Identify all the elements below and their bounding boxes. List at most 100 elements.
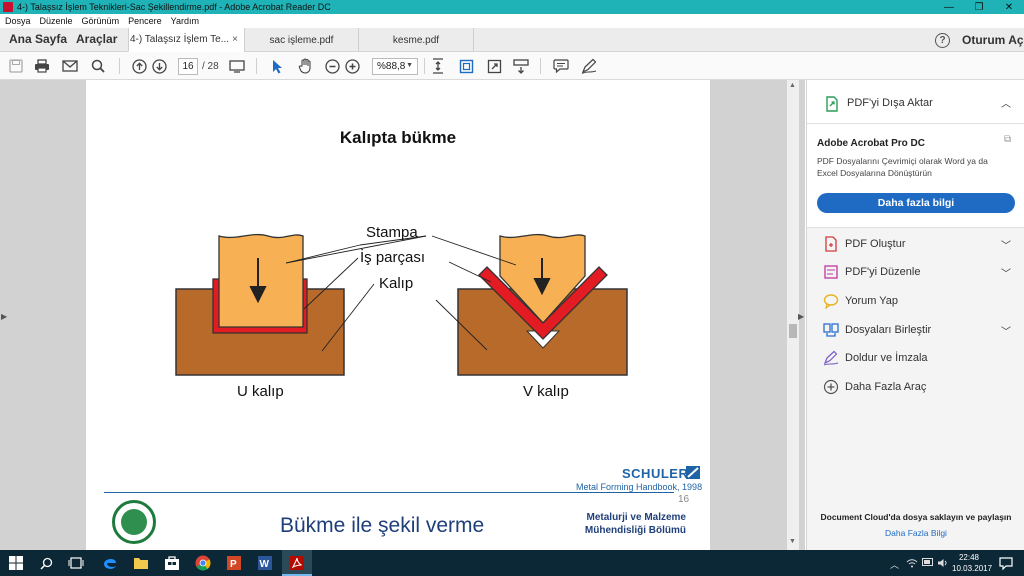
system-clock[interactable]: 22:48 10.03.2017 xyxy=(952,552,992,574)
learn-more-button[interactable]: Daha fazla bilgi xyxy=(817,193,1015,213)
zoom-select[interactable]: %88,8 ▼ xyxy=(372,58,418,75)
tools-panel: PDF'yi Dışa Aktar ︿ Adobe Acrobat Pro DC… xyxy=(806,80,1024,550)
menu-yardim[interactable]: Yardım xyxy=(171,16,199,26)
slide-heading: Kalıpta bükme xyxy=(339,128,457,147)
search-icon[interactable] xyxy=(89,57,107,75)
tool-label: Dosyaları Birleştir xyxy=(845,324,932,336)
task-view-icon[interactable] xyxy=(66,553,86,573)
scroll-mode-icon[interactable] xyxy=(512,57,530,75)
tool-fill-sign[interactable]: Doldur ve İmzala xyxy=(807,344,1024,372)
scrollbar-thumb[interactable] xyxy=(789,324,797,338)
word-icon[interactable]: W xyxy=(255,553,275,573)
tool-label: Doldur ve İmzala xyxy=(845,352,928,364)
tool-create-pdf[interactable]: PDF Oluştur ﹀ xyxy=(807,230,1024,258)
search-icon[interactable] xyxy=(36,553,56,573)
home-tab[interactable]: Ana Sayfa xyxy=(9,32,67,46)
volume-icon[interactable] xyxy=(937,558,949,570)
document-area[interactable]: ▶ Kalıpta bükme Stampa İş parçası Kalıp … xyxy=(0,80,805,550)
document-cloud-link[interactable]: Daha Fazla Bilgi xyxy=(807,528,1024,538)
tool-more-tools[interactable]: Daha Fazla Araç xyxy=(807,373,1024,401)
store-icon[interactable] xyxy=(162,553,182,573)
fullscreen-icon[interactable] xyxy=(485,57,503,75)
menu-bar: Dosya Düzenle Görünüm Pencere Yardım xyxy=(0,14,1024,28)
email-icon[interactable] xyxy=(61,57,79,75)
chevron-up-icon[interactable]: ︿ xyxy=(1001,95,1011,110)
chrome-icon[interactable] xyxy=(193,553,213,573)
expand-left-panel-icon[interactable]: ▶ xyxy=(1,312,7,321)
document-tab[interactable]: kesme.pdf xyxy=(358,28,474,52)
toolbar-separator xyxy=(256,58,257,74)
edit-pdf-icon xyxy=(824,265,838,279)
print-icon[interactable] xyxy=(33,57,51,75)
combine-files-icon xyxy=(823,323,839,337)
toolbar-separator xyxy=(424,58,425,74)
comment-icon[interactable] xyxy=(552,57,570,75)
tool-comment[interactable]: Yorum Yap xyxy=(807,287,1024,315)
close-tab-icon[interactable]: × xyxy=(232,34,238,45)
notifications-icon[interactable] xyxy=(996,553,1016,573)
minimize-button[interactable]: — xyxy=(934,0,964,14)
sign-in-link[interactable]: Oturum Aç xyxy=(962,33,1024,47)
tool-combine-files[interactable]: Dosyaları Birleştir ﹀ xyxy=(807,316,1024,344)
windows-start-icon[interactable] xyxy=(6,553,26,573)
fit-page-icon[interactable] xyxy=(429,57,447,75)
caption-u-die: U kalıp xyxy=(237,383,284,400)
menu-duzenle[interactable]: Düzenle xyxy=(40,16,73,26)
toolbar-separator xyxy=(540,58,541,74)
document-tab-label: 4-) Talaşsız İşlem Te... xyxy=(129,34,230,45)
collapse-right-panel-icon[interactable]: ▶ xyxy=(798,312,804,321)
title-bar: 4-) Talaşsız İşlem Teknikleri-Sac Şekill… xyxy=(0,0,1024,14)
menu-gorunum[interactable]: Görünüm xyxy=(82,16,120,26)
svg-text:W: W xyxy=(260,559,270,570)
save-icon[interactable] xyxy=(7,57,25,75)
close-window-button[interactable]: ✕ xyxy=(994,0,1024,14)
powerpoint-icon[interactable]: P xyxy=(224,553,244,573)
maximize-button[interactable]: ❐ xyxy=(964,0,994,14)
select-cursor-icon[interactable] xyxy=(268,57,286,75)
acrobat-icon[interactable] xyxy=(287,553,307,573)
scroll-up-icon[interactable]: ▲ xyxy=(789,82,796,89)
tool-edit-pdf[interactable]: PDF'yi Düzenle ﹀ xyxy=(807,258,1024,286)
tool-label: PDF'yi Düzenle xyxy=(845,266,921,278)
file-explorer-icon[interactable] xyxy=(131,553,151,573)
page-display-icon[interactable] xyxy=(228,57,246,75)
chevron-down-icon[interactable]: ﹀ xyxy=(1001,265,1011,280)
scroll-down-icon[interactable]: ▼ xyxy=(789,538,796,545)
chevron-down-icon[interactable]: ﹀ xyxy=(1001,323,1011,338)
export-pdf-header[interactable]: PDF'yi Dışa Aktar ︿ xyxy=(807,80,1024,124)
zoom-in-icon[interactable] xyxy=(343,57,361,75)
label-punch: Stampa xyxy=(366,224,418,241)
footer-rule xyxy=(104,492,674,493)
tray-chevron-icon[interactable]: ︿ xyxy=(890,558,899,571)
document-tab-active[interactable]: 4-) Talaşsız İşlem Te... × xyxy=(128,28,244,52)
source-citation: Metal Forming Handbook, 1998 xyxy=(576,482,703,492)
zoom-value: %88,8 xyxy=(377,61,406,72)
draw-icon[interactable] xyxy=(580,57,598,75)
crop-icon[interactable] xyxy=(457,57,475,75)
zoom-out-icon[interactable] xyxy=(323,57,341,75)
menu-pencere[interactable]: Pencere xyxy=(128,16,162,26)
page-number-input[interactable]: 16 xyxy=(178,58,198,75)
battery-icon[interactable] xyxy=(922,558,934,568)
caption-v-die: V kalıp xyxy=(523,383,569,400)
promo-description: PDF Dosyalarını Çevrimiçi olarak Word ya… xyxy=(817,156,988,178)
network-icon[interactable] xyxy=(906,558,918,570)
document-tab[interactable]: sac işleme.pdf xyxy=(244,28,358,52)
department-line-2: Mühendisliği Bölümü xyxy=(584,525,686,536)
promo-dismiss-icon[interactable]: ⧉ xyxy=(1004,134,1011,145)
menu-dosya[interactable]: Dosya xyxy=(5,16,31,26)
page-up-icon[interactable] xyxy=(130,57,148,75)
windows-taskbar: P W ︿ 22:48 10.03.2017 xyxy=(0,550,1024,576)
help-icon[interactable]: ? xyxy=(935,33,950,48)
hand-icon[interactable] xyxy=(296,57,314,75)
u-punch xyxy=(218,233,304,328)
tools-tab[interactable]: Araçlar xyxy=(76,32,117,46)
page-total: / 28 xyxy=(202,61,219,72)
more-tools-icon xyxy=(823,379,839,395)
page-down-icon[interactable] xyxy=(150,57,168,75)
university-logo xyxy=(112,500,156,544)
footer-title: Bükme ile şekil verme xyxy=(280,514,485,537)
edge-icon[interactable] xyxy=(100,553,120,573)
chevron-down-icon[interactable]: ﹀ xyxy=(1001,237,1011,252)
create-pdf-icon xyxy=(825,236,837,252)
